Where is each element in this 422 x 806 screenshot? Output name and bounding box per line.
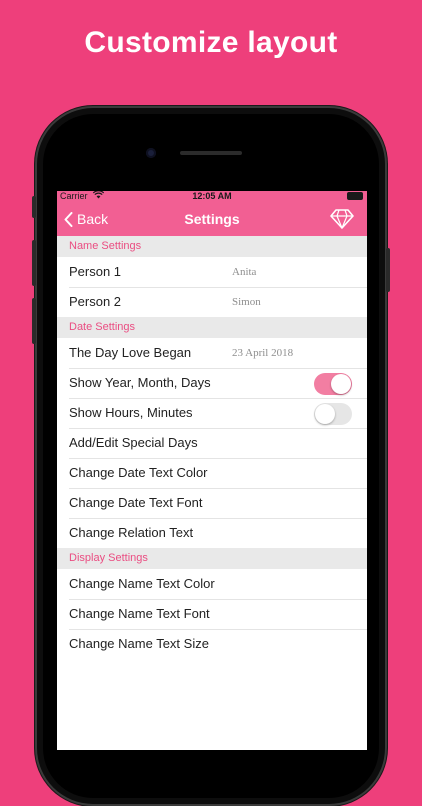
section-header-display-settings: Display Settings	[57, 548, 367, 569]
front-camera	[146, 148, 156, 158]
show-hours-minutes-row: Show Hours, Minutes	[57, 398, 367, 428]
show-year-month-days-row: Show Year, Month, Days	[57, 368, 367, 398]
show-year-month-days-toggle[interactable]	[314, 373, 352, 395]
section-header-name-settings: Name Settings	[57, 236, 367, 257]
row-label: Change Date Text Color	[69, 465, 208, 480]
person-2-value[interactable]: Simon	[232, 287, 261, 317]
status-time: 12:05 AM	[192, 191, 232, 201]
row-label: Change Name Text Font	[69, 606, 210, 621]
love-began-value[interactable]: 23 April 2018	[232, 338, 293, 368]
display-settings-group: Change Name Text Color Change Name Text …	[57, 569, 367, 659]
navigation-bar: Back Settings	[57, 202, 367, 236]
date-text-font-row[interactable]: Change Date Text Font	[57, 488, 367, 518]
row-label: Show Hours, Minutes	[69, 405, 193, 420]
love-began-row[interactable]: The Day Love Began 23 April 2018	[57, 338, 367, 368]
date-settings-group: The Day Love Began 23 April 2018 Show Ye…	[57, 338, 367, 548]
app-bar: Carrier 12:05 AM Back Settings	[57, 191, 367, 236]
earpiece-speaker	[180, 151, 242, 155]
volume-up-button	[32, 240, 36, 286]
row-label: The Day Love Began	[69, 345, 192, 360]
row-label: Change Date Text Font	[69, 495, 203, 510]
headline: Customize layout	[84, 26, 338, 59]
power-button	[386, 248, 390, 292]
row-label: Change Relation Text	[69, 525, 194, 540]
person-2-row[interactable]: Person 2 Simon	[57, 287, 367, 317]
date-text-color-row[interactable]: Change Date Text Color	[57, 458, 367, 488]
row-label: Person 1	[69, 264, 122, 279]
relation-text-row[interactable]: Change Relation Text	[57, 518, 367, 548]
special-days-row[interactable]: Add/Edit Special Days	[57, 428, 367, 458]
name-text-font-row[interactable]: Change Name Text Font	[57, 599, 367, 629]
row-label: Change Name Text Color	[69, 576, 215, 591]
volume-down-button	[32, 298, 36, 344]
status-bar: Carrier 12:05 AM	[57, 191, 367, 202]
toggle-knob	[331, 374, 351, 394]
row-label: Change Name Text Size	[69, 636, 209, 651]
toggle-knob	[315, 404, 335, 424]
name-settings-group: Person 1 Anita Person 2 Simon	[57, 257, 367, 317]
mute-switch	[32, 196, 36, 218]
name-text-color-row[interactable]: Change Name Text Color	[57, 569, 367, 599]
row-label: Person 2	[69, 294, 122, 309]
app-screen: Carrier 12:05 AM Back Settings Name Sett…	[57, 191, 367, 750]
section-header-date-settings: Date Settings	[57, 317, 367, 338]
battery-icon	[347, 192, 363, 200]
person-1-value[interactable]: Anita	[232, 257, 256, 287]
person-1-row[interactable]: Person 1 Anita	[57, 257, 367, 287]
row-label: Show Year, Month, Days	[69, 375, 211, 390]
page-title: Settings	[184, 211, 240, 227]
show-hours-minutes-toggle[interactable]	[314, 403, 352, 425]
diamond-icon[interactable]	[330, 209, 354, 234]
row-label: Add/Edit Special Days	[69, 435, 198, 450]
name-text-size-row[interactable]: Change Name Text Size	[57, 629, 367, 659]
